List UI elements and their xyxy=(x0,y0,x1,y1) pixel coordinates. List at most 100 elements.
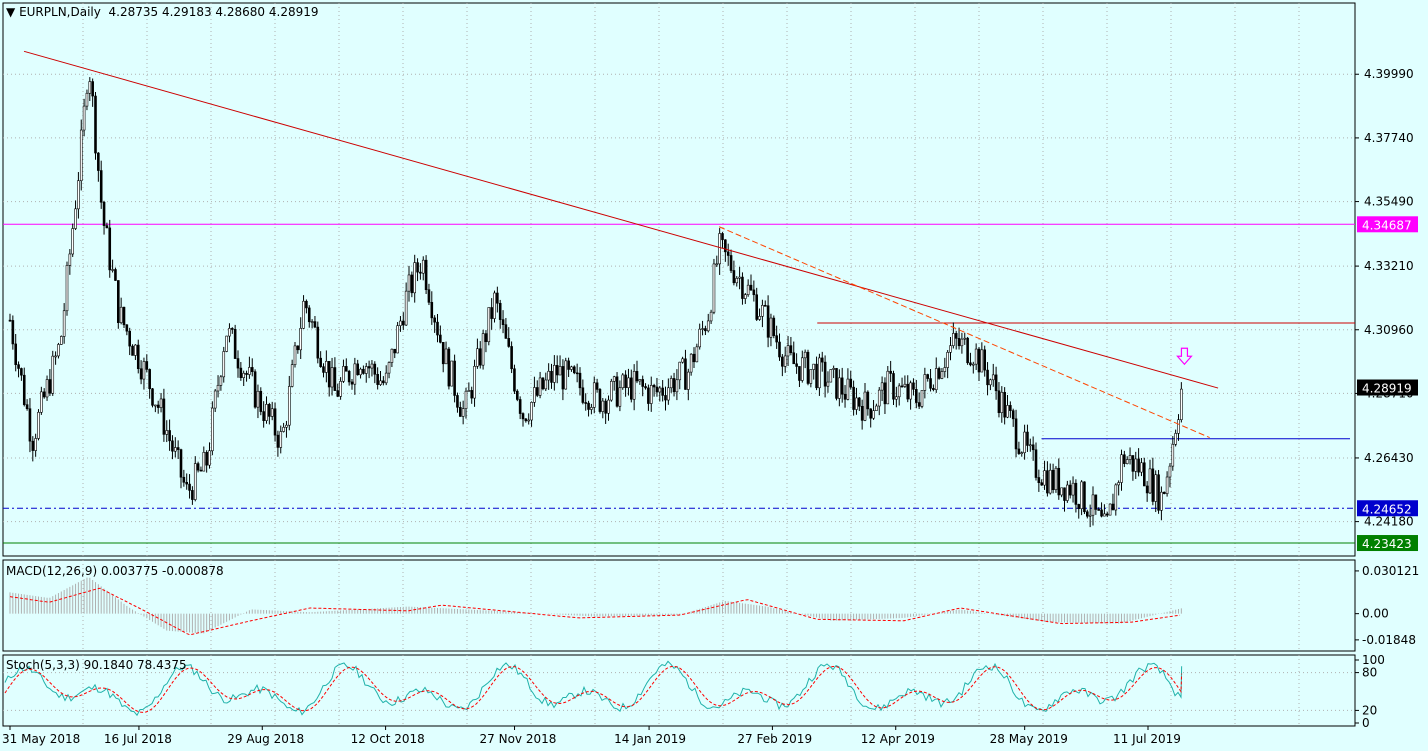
candle-body xyxy=(849,378,853,388)
candle-body xyxy=(923,374,927,391)
candle xyxy=(487,307,491,346)
candle-body xyxy=(989,379,992,386)
candle-body xyxy=(416,262,419,273)
candle-body xyxy=(513,368,516,392)
candle-body xyxy=(59,336,63,345)
candle xyxy=(1083,481,1086,515)
candle-body xyxy=(949,345,952,353)
candle-body xyxy=(826,381,830,387)
candle-body xyxy=(1117,482,1120,486)
candle-body xyxy=(857,397,861,407)
candle-body xyxy=(1097,509,1100,511)
candle-body xyxy=(1077,504,1081,509)
candle-body xyxy=(102,201,106,226)
candle-body xyxy=(507,338,511,347)
candle-body xyxy=(558,366,562,376)
candle-body xyxy=(1168,465,1172,478)
candle-body xyxy=(1046,470,1049,494)
candle-body xyxy=(85,92,89,107)
candle-body xyxy=(119,306,123,323)
candle-body xyxy=(350,381,354,385)
candle-body xyxy=(370,363,374,369)
candle-body xyxy=(8,319,12,322)
candle-body xyxy=(302,300,305,329)
candle-body xyxy=(632,371,636,400)
candle-body xyxy=(946,352,949,368)
candle-body xyxy=(550,370,553,383)
candle-body xyxy=(393,348,397,354)
candle-body xyxy=(293,345,297,365)
candle-body xyxy=(1086,511,1089,517)
candle-body xyxy=(766,305,770,338)
candle-body xyxy=(635,371,639,382)
candle xyxy=(806,349,810,386)
candle xyxy=(51,350,55,396)
candle-body xyxy=(969,362,972,366)
candle-body xyxy=(1037,477,1041,483)
candle-body xyxy=(413,262,417,294)
ohlc-low: 4.28680 xyxy=(215,5,266,19)
candle-body xyxy=(943,367,947,372)
candle-body xyxy=(473,365,476,399)
candle xyxy=(447,346,451,390)
candle-body xyxy=(79,129,83,182)
candle-body xyxy=(937,368,941,379)
candle-body xyxy=(1105,513,1109,516)
candle-body xyxy=(952,333,955,346)
candle-body xyxy=(14,343,17,365)
candle-body xyxy=(373,363,377,375)
date-tick-label: 31 May 2018 xyxy=(2,732,80,746)
candle-body xyxy=(1094,494,1098,510)
collapse-triangle-icon[interactable]: ▼ xyxy=(6,5,15,19)
candle-body xyxy=(570,366,573,370)
candle-body xyxy=(658,387,662,393)
candle-body xyxy=(250,367,254,372)
candle xyxy=(117,280,120,329)
candle-body xyxy=(421,259,425,274)
candle xyxy=(259,387,263,416)
candle-body xyxy=(91,81,94,97)
candle-body xyxy=(268,404,271,417)
candle-body xyxy=(515,390,519,400)
candle-body xyxy=(698,328,702,348)
candle-body xyxy=(74,208,77,229)
candle-body xyxy=(1034,449,1038,478)
candle-body xyxy=(1114,484,1118,511)
date-tick-label: 16 Jul 2018 xyxy=(104,732,172,746)
candle-body xyxy=(971,363,975,366)
candle-body xyxy=(1066,484,1069,501)
candle-body xyxy=(840,377,844,395)
candle-body xyxy=(564,360,568,390)
candle-body xyxy=(749,284,753,291)
candle-body xyxy=(231,328,234,330)
price-chart[interactable]: 0.0301210.00-0.01848 10080200 4.399904.3… xyxy=(0,0,1428,751)
candle-body xyxy=(581,387,585,403)
candle-body xyxy=(128,330,131,347)
candle-body xyxy=(390,348,394,363)
candle-body xyxy=(1151,468,1155,502)
candle-body xyxy=(1006,405,1009,418)
stoch-label: Stoch(5,3,3) 90.1840 78.4375 xyxy=(6,658,187,672)
candle-body xyxy=(1057,467,1061,496)
candle-body xyxy=(644,386,647,389)
candle xyxy=(151,387,154,408)
candle-body xyxy=(624,374,627,388)
candle-body xyxy=(256,390,260,408)
candle-body xyxy=(71,228,74,255)
candle-body xyxy=(917,402,921,407)
candle-body xyxy=(803,351,807,359)
candle-body xyxy=(926,374,930,379)
candle-body xyxy=(1162,491,1166,494)
candle-body xyxy=(1088,514,1092,517)
candle-body xyxy=(761,305,764,317)
candle-body xyxy=(476,348,479,367)
candle-body xyxy=(669,378,673,389)
candle-body xyxy=(176,447,180,450)
candle-body xyxy=(1017,448,1021,454)
date-tick-label: 12 Apr 2019 xyxy=(861,732,935,746)
price-tick-label: 4.35490 xyxy=(1364,195,1414,209)
candle-body xyxy=(567,360,570,370)
candle-body xyxy=(592,382,596,408)
candle-body xyxy=(447,348,451,387)
candle-body xyxy=(453,360,456,396)
